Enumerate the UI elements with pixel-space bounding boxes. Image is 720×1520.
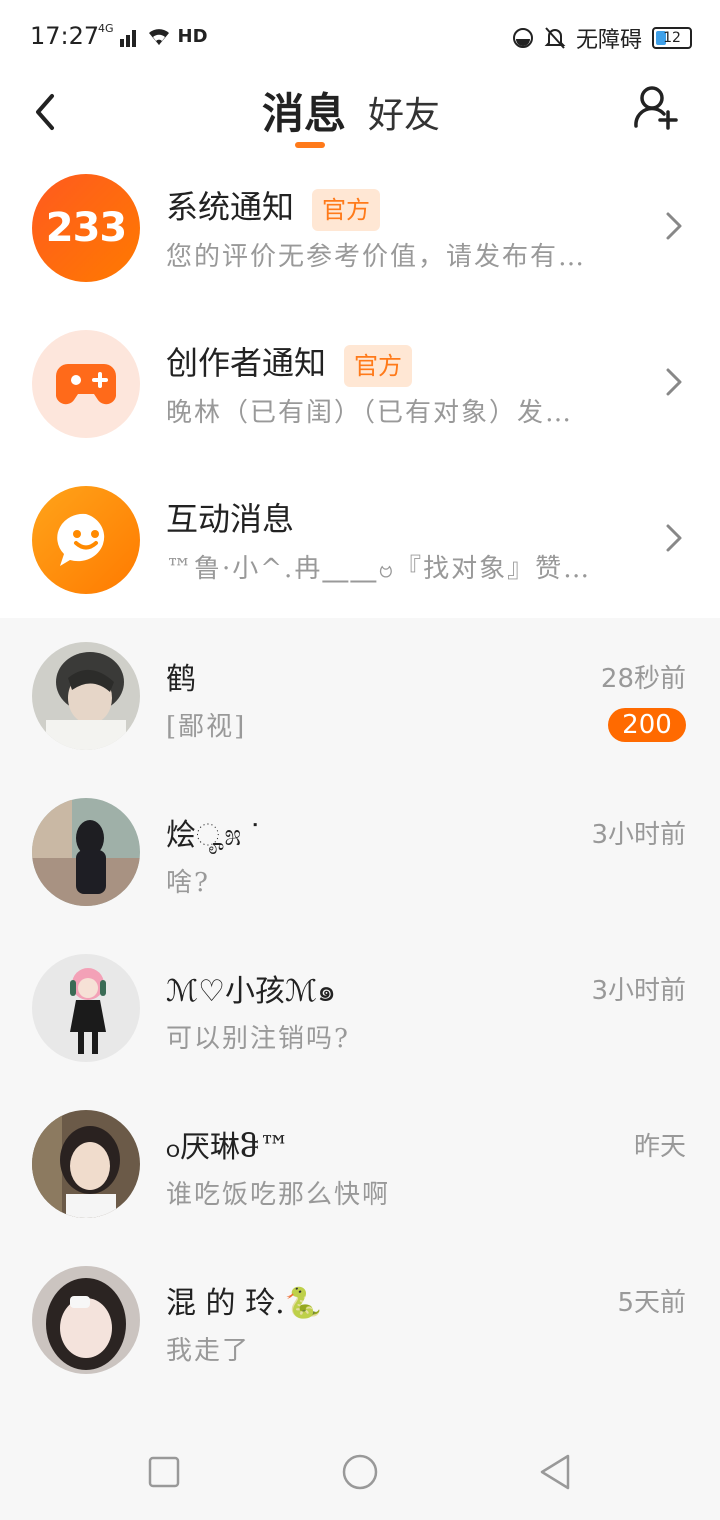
contact-name: 混 的 玲.🐍 bbox=[166, 1286, 322, 1321]
notification-preview: ™鲁·小^.冉⎽⎽ဗ『找对象』赞… bbox=[166, 554, 592, 584]
status-bar: 17:27 4G HD 无障碍 12 bbox=[0, 0, 720, 72]
accessibility-label: 无障碍 bbox=[575, 28, 642, 53]
wifi-icon bbox=[148, 29, 169, 45]
chat-item[interactable]: 鹤 [鄙视] 28秒前 200 bbox=[0, 618, 720, 774]
notification-preview: 晚林（已有闺）（已有对象）发… bbox=[166, 398, 574, 428]
chat-item[interactable]: 混 的 玲.🐍 我走了 5天前 bbox=[0, 1242, 720, 1398]
chevron-right-icon bbox=[666, 212, 682, 240]
message-time: 28秒前 bbox=[600, 664, 686, 694]
recent-apps-icon[interactable] bbox=[144, 1452, 184, 1492]
notification-title: 系统通知 官方 bbox=[166, 182, 381, 231]
tab-messages[interactable]: 消息 bbox=[262, 80, 346, 141]
chat-item[interactable]: ჿ厌琳ჵ™ 谁吃饭吃那么快啊 昨天 bbox=[0, 1086, 720, 1242]
add-friend-icon[interactable] bbox=[632, 82, 680, 130]
last-message: 啥? bbox=[166, 868, 210, 898]
status-time: 17:27 bbox=[30, 22, 100, 50]
do-not-disturb-icon bbox=[512, 28, 533, 48]
message-time: 5天前 bbox=[617, 1288, 686, 1318]
home-icon[interactable] bbox=[340, 1452, 380, 1492]
contact-name: ℳ♡小孩ℳ๑ bbox=[166, 974, 337, 1009]
message-time: 昨天 bbox=[633, 1132, 686, 1162]
active-tab-indicator bbox=[295, 142, 325, 148]
chat-bubble-icon bbox=[32, 486, 140, 594]
official-badge: 官方 bbox=[312, 188, 381, 231]
chat-item[interactable]: ℳ♡小孩ℳ๑ 可以别注销吗? 3小时前 bbox=[0, 930, 720, 1086]
status-icons: 4G HD bbox=[98, 22, 208, 50]
chevron-right-icon bbox=[666, 368, 682, 396]
top-bar: 消息 好友 bbox=[0, 72, 720, 151]
notification-preview: 您的评价无参考价值，请发布有… bbox=[166, 242, 587, 272]
gamepad-icon bbox=[32, 330, 140, 438]
hd-label: HD bbox=[177, 25, 208, 47]
avatar bbox=[32, 798, 140, 906]
notification-system[interactable]: 233 系统通知 官方 您的评价无参考价值，请发布有… bbox=[0, 150, 720, 306]
notification-title: 互动消息 bbox=[166, 500, 295, 538]
avatar bbox=[32, 642, 140, 750]
unread-count-badge: 200 bbox=[608, 708, 686, 742]
contact-name: 烩ೄ೫ ᐝ bbox=[166, 818, 259, 853]
message-time: 3小时前 bbox=[591, 820, 686, 850]
last-message: [鄙视] bbox=[166, 712, 247, 742]
system-notification-avatar: 233 bbox=[32, 174, 140, 282]
back-arrow-icon[interactable] bbox=[24, 84, 72, 136]
contact-name: 鹤 bbox=[166, 662, 196, 697]
last-message: 可以别注销吗? bbox=[166, 1024, 350, 1054]
avatar bbox=[32, 1266, 140, 1374]
last-message: 谁吃饭吃那么快啊 bbox=[166, 1180, 391, 1210]
notification-title: 创作者通知 官方 bbox=[166, 338, 413, 387]
signal-icon bbox=[119, 30, 136, 47]
tab-friends[interactable]: 好友 bbox=[368, 86, 440, 138]
chat-item[interactable]: 烩ೄ೫ ᐝ 啥? 3小时前 bbox=[0, 774, 720, 930]
network-label: 4G bbox=[98, 21, 114, 35]
avatar bbox=[32, 954, 140, 1062]
notification-interaction[interactable]: 互动消息 ™鲁·小^.冉⎽⎽ဗ『找对象』赞… bbox=[0, 462, 720, 618]
avatar bbox=[32, 1110, 140, 1218]
back-icon[interactable] bbox=[536, 1452, 576, 1492]
status-right: 无障碍 12 bbox=[512, 22, 692, 54]
contact-name: ჿ厌琳ჵ™ bbox=[166, 1130, 290, 1165]
chevron-right-icon bbox=[666, 524, 682, 552]
message-time: 3小时前 bbox=[591, 976, 686, 1006]
battery-icon: 12 bbox=[652, 27, 692, 49]
official-badge: 官方 bbox=[344, 344, 413, 387]
last-message: 我走了 bbox=[166, 1336, 251, 1366]
system-navigation-bar bbox=[0, 1424, 720, 1520]
notification-creator[interactable]: 创作者通知 官方 晚林（已有闺）（已有对象）发… bbox=[0, 306, 720, 462]
bell-muted-icon bbox=[544, 27, 566, 49]
